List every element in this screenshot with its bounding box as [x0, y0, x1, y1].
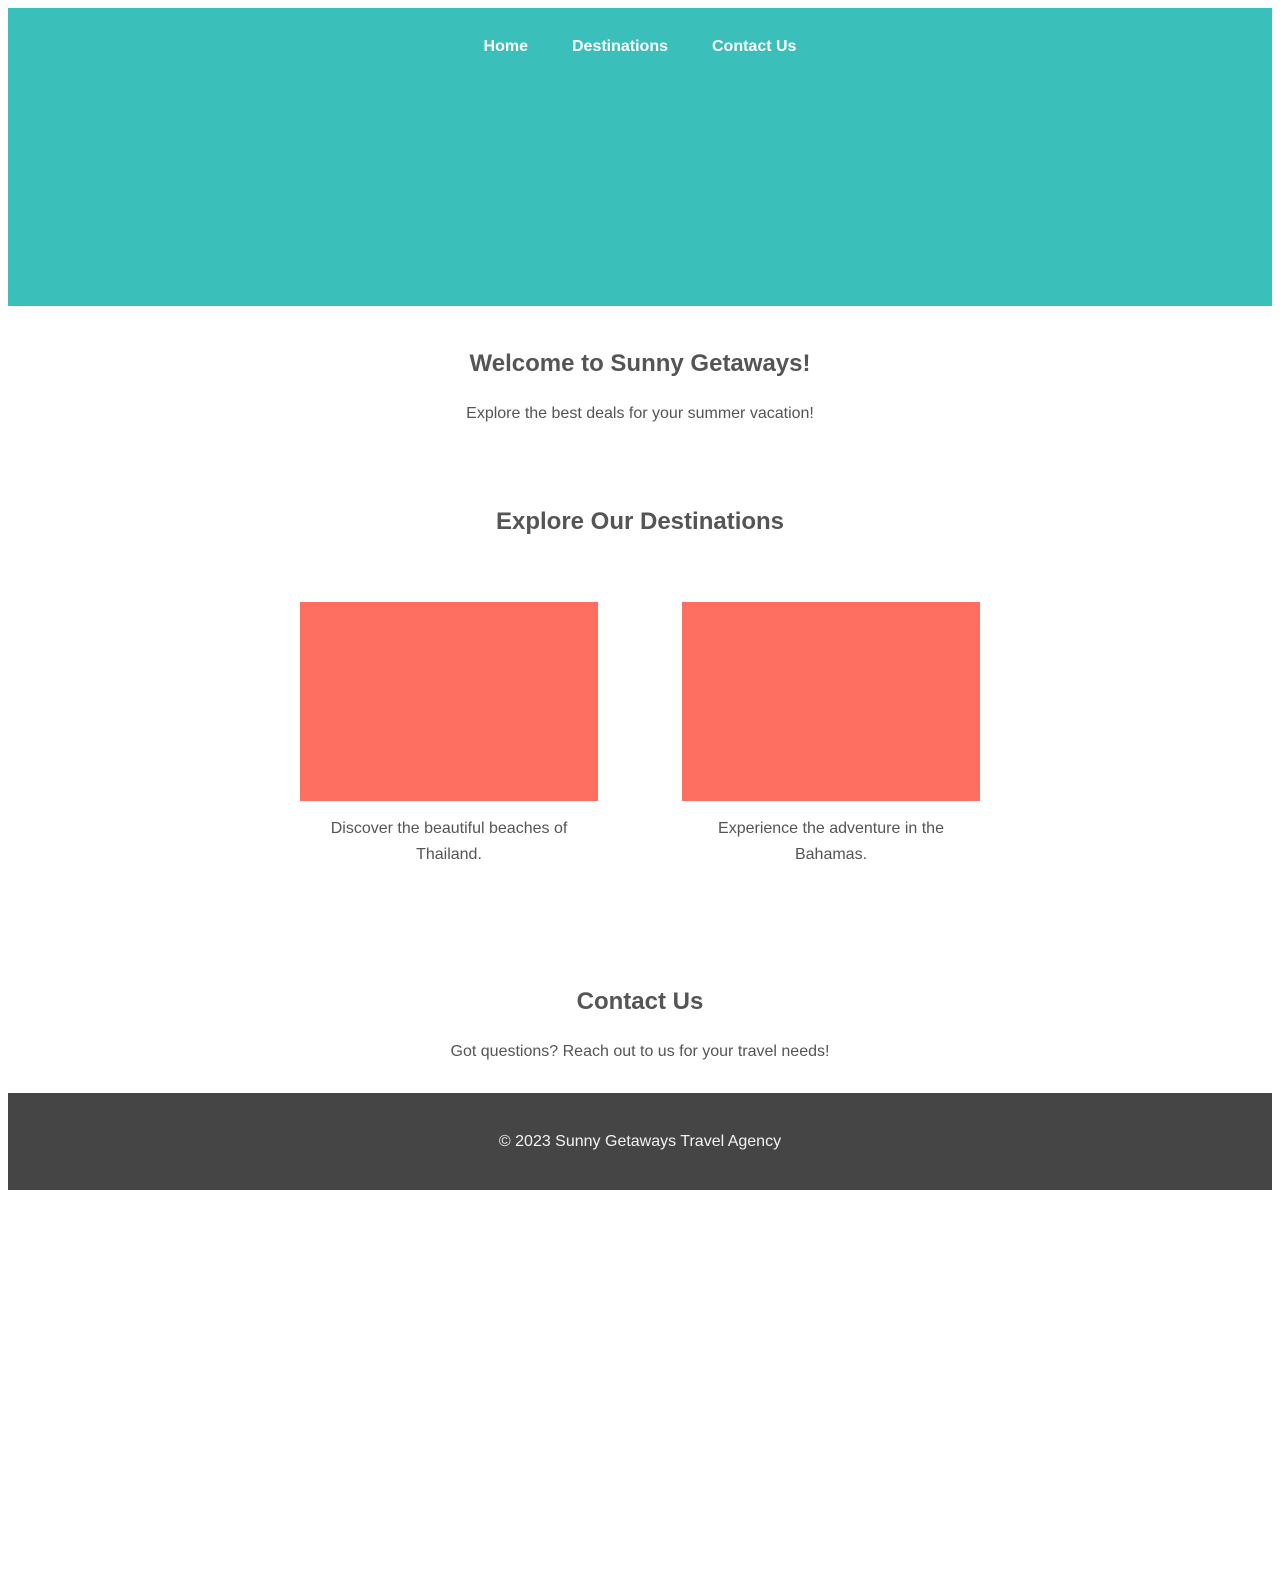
- contact-section: Contact Us Got questions? Reach out to u…: [8, 988, 1272, 1065]
- footer: © 2023 Sunny Getaways Travel Agency: [8, 1093, 1272, 1190]
- destination-image-thailand: [300, 602, 598, 801]
- destination-text-bahamas: Experience the adventure in the Bahamas.: [718, 820, 944, 863]
- destination-text-thailand: Discover the beautiful beaches of Thaila…: [330, 820, 568, 863]
- nav-link-contact-us[interactable]: Contact Us: [712, 37, 796, 57]
- welcome-section: Welcome to Sunny Getaways! Explore the b…: [8, 306, 1272, 427]
- nav-link-home[interactable]: Home: [484, 37, 528, 57]
- footer-copyright: © 2023 Sunny Getaways Travel Agency: [498, 1132, 782, 1150]
- destination-card-thailand: Discover the beautiful beaches of Thaila…: [300, 602, 598, 868]
- destination-card-bahamas: Experience the adventure in the Bahamas.: [682, 602, 980, 868]
- contact-text: Got questions? Reach out to us for your …: [450, 1043, 830, 1060]
- destination-image-bahamas: [682, 602, 980, 801]
- nav-link-destinations[interactable]: Destinations: [572, 37, 668, 57]
- hero-header: Home Destinations Contact Us: [8, 8, 1272, 306]
- destinations-section: Explore Our Destinations Discover the be…: [8, 508, 1272, 868]
- contact-title: Contact Us: [576, 988, 704, 1015]
- welcome-subtitle: Explore the best deals for your summer v…: [466, 405, 814, 422]
- welcome-title: Welcome to Sunny Getaways!: [469, 350, 811, 377]
- page: Home Destinations Contact Us Welcome to …: [8, 8, 1272, 1190]
- destination-cards: Discover the beautiful beaches of Thaila…: [8, 602, 1272, 868]
- destinations-title: Explore Our Destinations: [495, 508, 785, 535]
- main-nav: Home Destinations Contact Us: [8, 8, 1272, 86]
